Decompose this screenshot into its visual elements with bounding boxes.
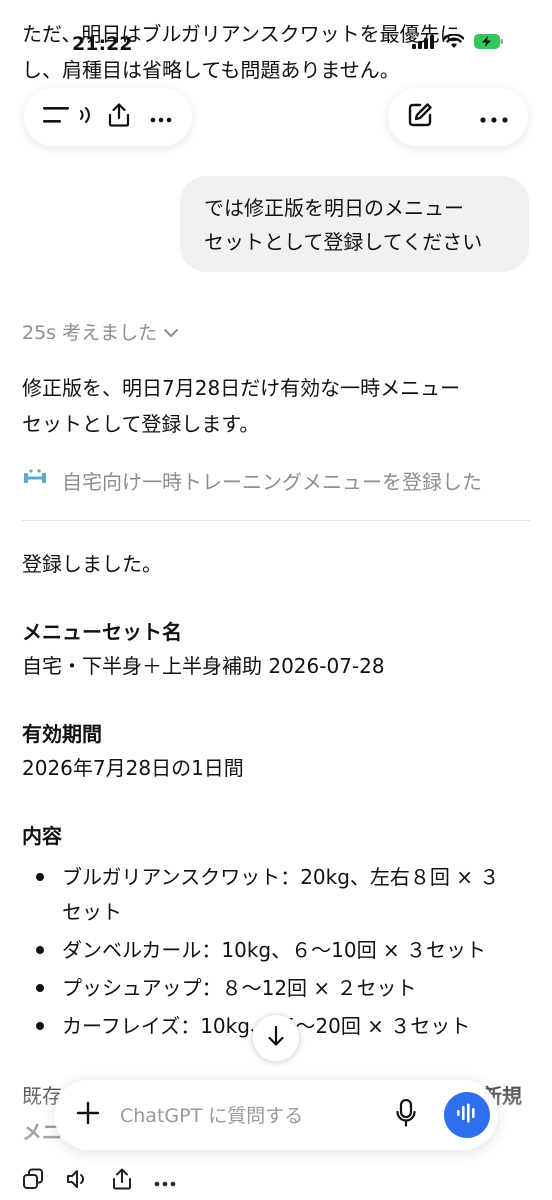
list-item: ダンベルカール：10kg、６〜10回 × ３セット	[62, 938, 487, 962]
chevron-down-icon	[163, 321, 179, 343]
plus-icon	[76, 1101, 100, 1129]
new-chat-button[interactable]	[400, 98, 440, 136]
bullet-dot	[36, 1022, 44, 1030]
header-left-toolbar	[24, 88, 192, 146]
microphone-icon	[396, 1098, 416, 1131]
list-item: ブルガリアンスクワット：20kg、左右８回 × ３	[62, 865, 500, 889]
arrow-down-icon	[267, 1025, 285, 1051]
share-icon	[108, 103, 130, 131]
speaker-icon[interactable]	[66, 1168, 90, 1194]
waveform-icon	[456, 1103, 478, 1127]
prev-message-line-2: し、肩種目は省略しても問題ありません。	[22, 58, 400, 82]
bullet-dot	[36, 984, 44, 992]
period-value: 2026年7月28日の1日間	[22, 756, 244, 780]
header-right-toolbar	[388, 88, 528, 146]
message-input[interactable]: ChatGPT に質問する	[120, 1101, 303, 1128]
voice-mode-button[interactable]	[444, 1092, 490, 1138]
thought-duration-toggle[interactable]: 25s 考えました	[22, 318, 179, 345]
tool-call-label: 自宅向け一時トレーニングメニューを登録した	[62, 470, 482, 494]
list-item-continuation: セット	[62, 900, 122, 924]
speaker-icon	[78, 105, 92, 129]
divider	[22, 520, 530, 521]
composer: ChatGPT に質問する	[54, 1080, 498, 1150]
set-name-value: 自宅・下半身＋上半身補助 2026-07-28	[22, 654, 385, 678]
thought-label: 25s 考えました	[22, 322, 158, 344]
ellipsis-icon	[150, 108, 172, 127]
prev-message-line-1: ただ、明日はブルガリアンスクワットを最優先に	[22, 22, 460, 46]
scroll-to-bottom-button[interactable]	[252, 1014, 300, 1062]
share-icon[interactable]	[112, 1168, 132, 1194]
dictation-button[interactable]	[388, 1095, 424, 1135]
list-item: プッシュアップ：８〜12回 × ２セット	[62, 976, 417, 1000]
user-message-bubble[interactable]: では修正版を明日のメニュー セットとして登録してください	[180, 176, 529, 272]
ellipsis-icon	[480, 108, 508, 127]
message-actions	[22, 1168, 176, 1194]
compose-icon	[406, 101, 434, 133]
set-name-heading: メニューセット名	[22, 620, 182, 644]
assistant-intro-line-2: セットとして登録します。	[22, 412, 260, 436]
menu-icon	[43, 106, 69, 128]
bullet-dot	[36, 873, 44, 881]
period-heading: 有効期間	[22, 722, 102, 746]
more-options-button[interactable]	[144, 101, 178, 133]
header-more-button[interactable]	[474, 101, 514, 133]
user-message-line-2: セットとして登録してください	[204, 230, 483, 254]
sidebar-menu-button[interactable]	[36, 98, 76, 136]
user-message-line-1: では修正版を明日のメニュー	[204, 196, 464, 220]
copy-icon[interactable]	[22, 1168, 44, 1194]
bullet-dot	[36, 946, 44, 954]
share-button[interactable]	[104, 101, 134, 133]
attach-button[interactable]	[68, 1095, 108, 1135]
registered-text: 登録しました。	[22, 552, 162, 576]
battery-charging-icon	[474, 34, 504, 53]
assistant-intro-line-1: 修正版を、明日7月28日だけ有効な一時メニュー	[22, 376, 461, 400]
speaker-button[interactable]	[76, 104, 94, 130]
content-heading: 内容	[22, 824, 62, 848]
ellipsis-icon[interactable]	[154, 1172, 176, 1191]
tool-call-row[interactable]: 自宅向け一時トレーニングメニューを登録した	[22, 466, 482, 495]
dumbbell-icon	[22, 467, 48, 494]
